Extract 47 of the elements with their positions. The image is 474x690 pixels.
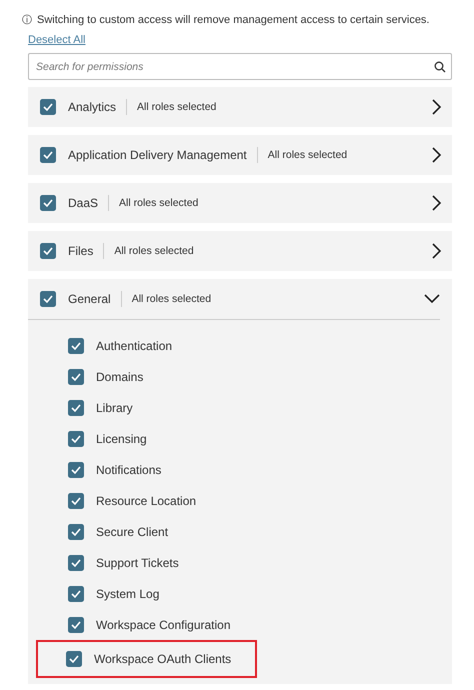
- checkbox[interactable]: [68, 586, 84, 602]
- permission-name: Workspace Configuration: [96, 618, 231, 632]
- group-name: DaaS: [68, 196, 98, 210]
- permission-name: Authentication: [96, 338, 172, 352]
- permission-name: Resource Location: [96, 494, 196, 508]
- permission-name: Library: [96, 400, 133, 414]
- group-status: All roles selected: [268, 149, 348, 161]
- permission-name: System Log: [96, 586, 160, 600]
- checkbox[interactable]: [68, 492, 84, 508]
- checkbox[interactable]: [40, 147, 56, 163]
- checkbox[interactable]: [40, 195, 56, 211]
- chevron-right-icon[interactable]: [432, 147, 442, 163]
- permission-name: Support Tickets: [96, 556, 179, 570]
- group-name: Application Delivery Management: [68, 148, 247, 162]
- checkbox[interactable]: [66, 651, 82, 667]
- chevron-right-icon[interactable]: [432, 243, 442, 259]
- deselect-all-link[interactable]: Deselect All: [28, 34, 86, 46]
- group-name: General: [68, 292, 111, 306]
- search-field[interactable]: Search for permissions: [28, 53, 452, 80]
- permission-name: Notifications: [96, 462, 162, 476]
- checkbox[interactable]: [68, 554, 84, 570]
- permission-name: Domains: [96, 370, 144, 384]
- notice-text: Switching to custom access will remove management access to certain services.: [37, 14, 430, 26]
- group-name: Files: [68, 244, 94, 258]
- group-status: All roles selected: [119, 197, 198, 209]
- chevron-right-icon[interactable]: [432, 195, 442, 211]
- chevron-right-icon[interactable]: [432, 99, 442, 115]
- checkbox[interactable]: [68, 400, 84, 416]
- checkbox[interactable]: [68, 430, 84, 446]
- checkbox[interactable]: [68, 524, 84, 540]
- permission-name: Workspace OAuth Clients: [94, 652, 232, 666]
- checkbox[interactable]: [40, 291, 56, 307]
- checkbox[interactable]: [68, 368, 84, 384]
- group-status: All roles selected: [132, 293, 212, 305]
- checkbox[interactable]: [40, 99, 56, 115]
- group-name: Analytics: [68, 100, 116, 114]
- checkbox[interactable]: [68, 338, 84, 354]
- checkbox[interactable]: [40, 243, 56, 259]
- permission-name: Secure Client: [96, 524, 168, 538]
- search-icon[interactable]: [434, 61, 446, 73]
- checkbox[interactable]: [68, 616, 84, 632]
- checkbox[interactable]: [68, 462, 84, 478]
- group-status: All roles selected: [137, 101, 216, 113]
- permission-name: Licensing: [96, 432, 147, 446]
- chevron-down-icon[interactable]: [424, 294, 440, 304]
- info-icon: ⓘ: [22, 13, 32, 27]
- group-status: All roles selected: [114, 245, 194, 257]
